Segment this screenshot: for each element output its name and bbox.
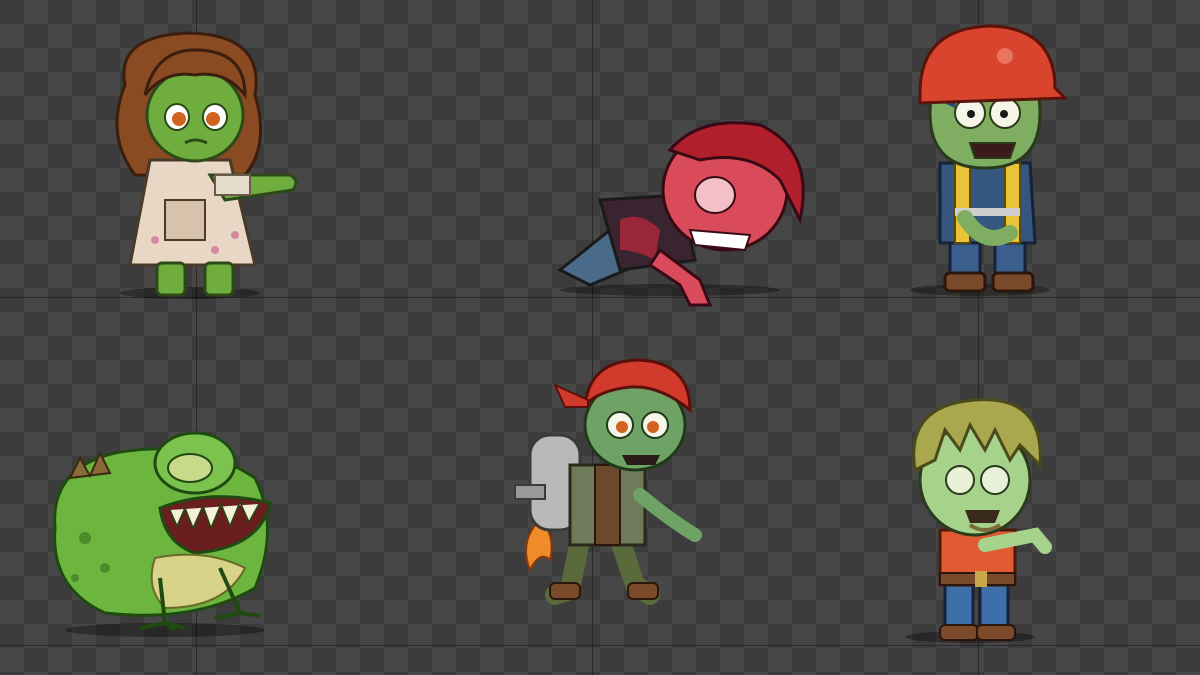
blonde-zombie-sprite[interactable] [895,385,1070,650]
zombie-girl-sprite[interactable] [95,25,315,305]
construction-zombie-sprite[interactable] [905,18,1075,298]
zombie-toad-sprite[interactable] [45,418,285,643]
jetpack-zombie-sprite[interactable] [510,345,710,610]
crawling-zombie-sprite[interactable] [550,110,830,325]
sprite-sheet-canvas [0,0,1200,675]
